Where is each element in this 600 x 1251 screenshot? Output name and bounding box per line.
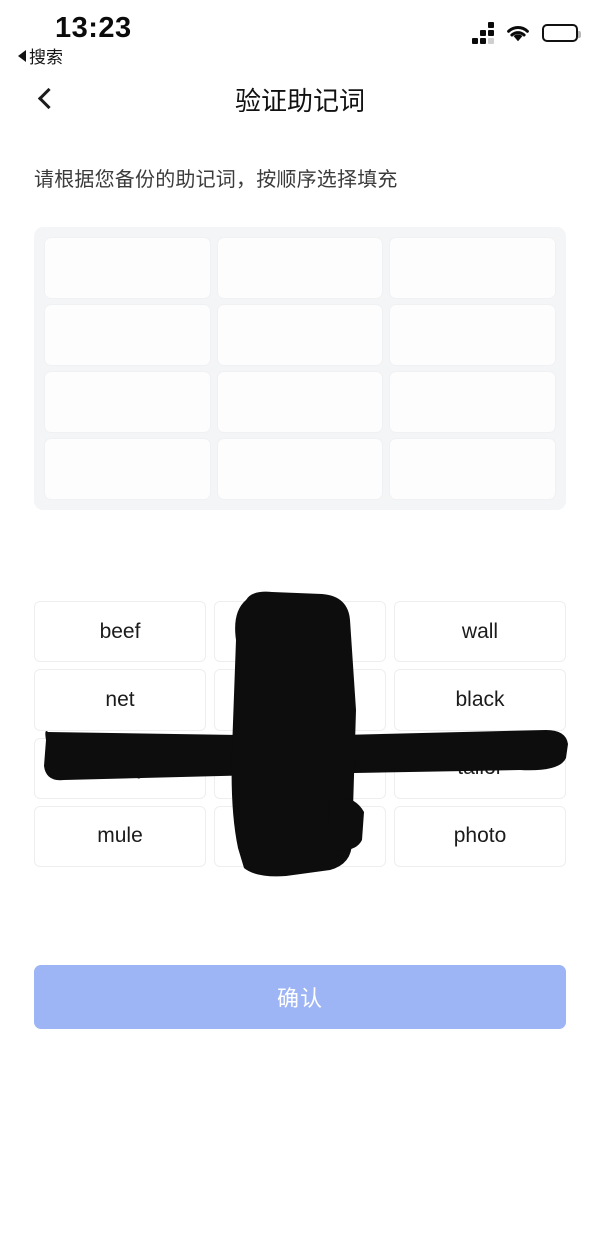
app-screen: 13:23 搜索 验证助记词 请根据您备份的助记词，按顺序选择填充 beef w… bbox=[0, 0, 600, 1251]
word-chip[interactable] bbox=[214, 737, 386, 799]
return-to-search-label: 搜索 bbox=[29, 48, 63, 67]
mnemonic-slot[interactable] bbox=[45, 238, 210, 298]
status-bar: 13:23 搜索 bbox=[0, 0, 600, 68]
mnemonic-slot[interactable] bbox=[217, 439, 383, 499]
mnemonic-answer-panel bbox=[34, 227, 566, 510]
word-chip[interactable] bbox=[214, 601, 386, 663]
word-chip[interactable]: wall bbox=[394, 601, 566, 663]
mnemonic-slot[interactable] bbox=[390, 238, 555, 298]
word-chip[interactable]: net bbox=[34, 669, 206, 731]
battery-icon bbox=[542, 24, 581, 42]
word-chip[interactable]: black bbox=[394, 669, 566, 731]
word-chip[interactable]: beef bbox=[34, 601, 206, 663]
instruction-text: 请根据您备份的助记词，按顺序选择填充 bbox=[34, 169, 398, 191]
mnemonic-slot[interactable] bbox=[217, 238, 383, 298]
navigation-bar: 验证助记词 bbox=[0, 68, 600, 130]
word-chip[interactable]: tailor bbox=[394, 737, 566, 799]
status-bar-clock: 13:23 bbox=[55, 12, 132, 44]
mnemonic-slot[interactable] bbox=[390, 372, 555, 432]
cellular-signal-icon bbox=[472, 22, 494, 44]
status-bar-indicators bbox=[472, 22, 581, 44]
mnemonic-slot[interactable] bbox=[390, 305, 555, 365]
word-chip[interactable]: mule bbox=[34, 805, 206, 867]
return-to-search-link[interactable]: 搜索 bbox=[18, 43, 63, 68]
word-chip[interactable]: essay bbox=[34, 737, 206, 799]
wifi-icon bbox=[505, 24, 531, 43]
page-title: 验证助记词 bbox=[234, 85, 365, 116]
mnemonic-slot[interactable] bbox=[390, 439, 555, 499]
triangle-left-icon bbox=[18, 49, 26, 62]
mnemonic-slot[interactable] bbox=[45, 372, 210, 432]
word-chip[interactable] bbox=[214, 805, 386, 867]
mnemonic-slot[interactable] bbox=[217, 372, 383, 432]
word-chip[interactable] bbox=[214, 669, 386, 731]
mnemonic-slot[interactable] bbox=[217, 305, 383, 365]
confirm-button[interactable]: 确认 bbox=[34, 965, 566, 1029]
word-chip[interactable]: photo bbox=[394, 805, 566, 867]
mnemonic-slot[interactable] bbox=[45, 305, 210, 365]
mnemonic-word-bank: beef wall net black essay tailor mule photo bbox=[34, 601, 566, 867]
mnemonic-slot[interactable] bbox=[45, 439, 210, 499]
